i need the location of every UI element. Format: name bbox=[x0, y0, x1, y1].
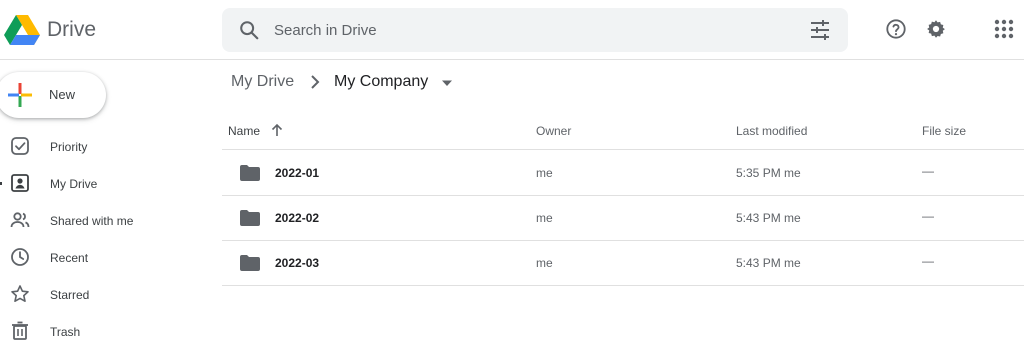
chevron-right-icon bbox=[311, 75, 320, 89]
search-bar[interactable] bbox=[222, 8, 848, 52]
table-row[interactable]: 2022-03 me 5:43 PM me — bbox=[222, 241, 1024, 286]
file-name[interactable]: 2022-02 bbox=[275, 211, 319, 225]
file-last-modified: 5:43 PM me bbox=[736, 211, 801, 225]
clock-icon bbox=[11, 248, 29, 266]
modified-time: 5:43 PM bbox=[736, 211, 781, 225]
table-row[interactable]: 2022-01 me 5:35 PM me — bbox=[222, 151, 1024, 196]
sidebar-item-recent[interactable]: Recent bbox=[0, 239, 200, 275]
tune-icon[interactable] bbox=[808, 19, 832, 41]
sidebar-item-label: Starred bbox=[50, 288, 90, 302]
file-last-modified: 5:43 PM me bbox=[736, 256, 801, 270]
modified-by: me bbox=[784, 256, 801, 270]
file-last-modified: 5:35 PM me bbox=[736, 166, 801, 180]
sidebar-item-my-drive[interactable]: My Drive bbox=[0, 165, 200, 201]
help-icon[interactable] bbox=[885, 18, 907, 40]
new-button-label: New bbox=[49, 87, 76, 102]
file-name[interactable]: 2022-01 bbox=[275, 166, 319, 180]
gear-icon[interactable] bbox=[925, 18, 947, 40]
folder-icon bbox=[240, 165, 260, 181]
modified-time: 5:43 PM bbox=[736, 256, 781, 270]
sidebar-item-label: Trash bbox=[50, 325, 81, 339]
column-header-owner: Owner bbox=[536, 124, 572, 138]
table-row[interactable]: 2022-02 me 5:43 PM me — bbox=[222, 196, 1024, 241]
star-icon bbox=[11, 285, 29, 302]
modified-time: 5:35 PM bbox=[736, 166, 781, 180]
sidebar-item-shared-with-me[interactable]: Shared with me bbox=[0, 202, 200, 238]
shared-people-icon bbox=[10, 212, 30, 228]
sort-arrow-up-icon[interactable] bbox=[270, 123, 284, 137]
caret-down-icon[interactable] bbox=[441, 79, 453, 87]
sidebar-item-label: Priority bbox=[50, 140, 88, 154]
priority-check-icon bbox=[11, 137, 29, 155]
modified-by: me bbox=[784, 166, 801, 180]
file-owner: me bbox=[536, 166, 553, 180]
file-owner: me bbox=[536, 211, 553, 225]
file-size: — bbox=[922, 164, 934, 178]
sidebar-item-starred[interactable]: Starred bbox=[0, 276, 200, 312]
new-button[interactable]: New bbox=[0, 72, 106, 118]
search-icon[interactable] bbox=[238, 19, 260, 41]
folder-icon bbox=[240, 255, 260, 271]
column-header-file-size: File size bbox=[922, 124, 967, 138]
column-header-name[interactable]: Name bbox=[228, 124, 260, 138]
search-input[interactable] bbox=[274, 18, 774, 42]
sidebar-item-label: Recent bbox=[50, 251, 89, 265]
app-header: Drive bbox=[0, 0, 1024, 60]
breadcrumb-current-folder[interactable]: My Company bbox=[334, 73, 428, 91]
folder-icon bbox=[240, 210, 260, 226]
my-drive-icon bbox=[11, 174, 29, 192]
file-size: — bbox=[922, 209, 934, 223]
table-header: Name Owner Last modified File size bbox=[222, 112, 1024, 150]
sidebar-item-label: Shared with me bbox=[50, 214, 134, 228]
drive-logo[interactable] bbox=[4, 13, 40, 45]
modified-by: me bbox=[784, 211, 801, 225]
sidebar-item-label: My Drive bbox=[50, 177, 98, 191]
file-name[interactable]: 2022-03 bbox=[275, 256, 319, 270]
plus-icon bbox=[8, 83, 32, 107]
trash-icon bbox=[12, 321, 28, 340]
sidebar-item-priority[interactable]: Priority bbox=[0, 128, 200, 164]
sidebar-item-trash[interactable]: Trash bbox=[0, 313, 200, 349]
file-size: — bbox=[922, 254, 934, 268]
apps-grid-icon[interactable] bbox=[993, 18, 1015, 40]
active-indicator bbox=[0, 182, 2, 185]
column-header-last-modified[interactable]: Last modified bbox=[736, 124, 807, 138]
file-owner: me bbox=[536, 256, 553, 270]
app-name[interactable]: Drive bbox=[47, 18, 96, 42]
breadcrumb-my-drive[interactable]: My Drive bbox=[231, 73, 294, 91]
